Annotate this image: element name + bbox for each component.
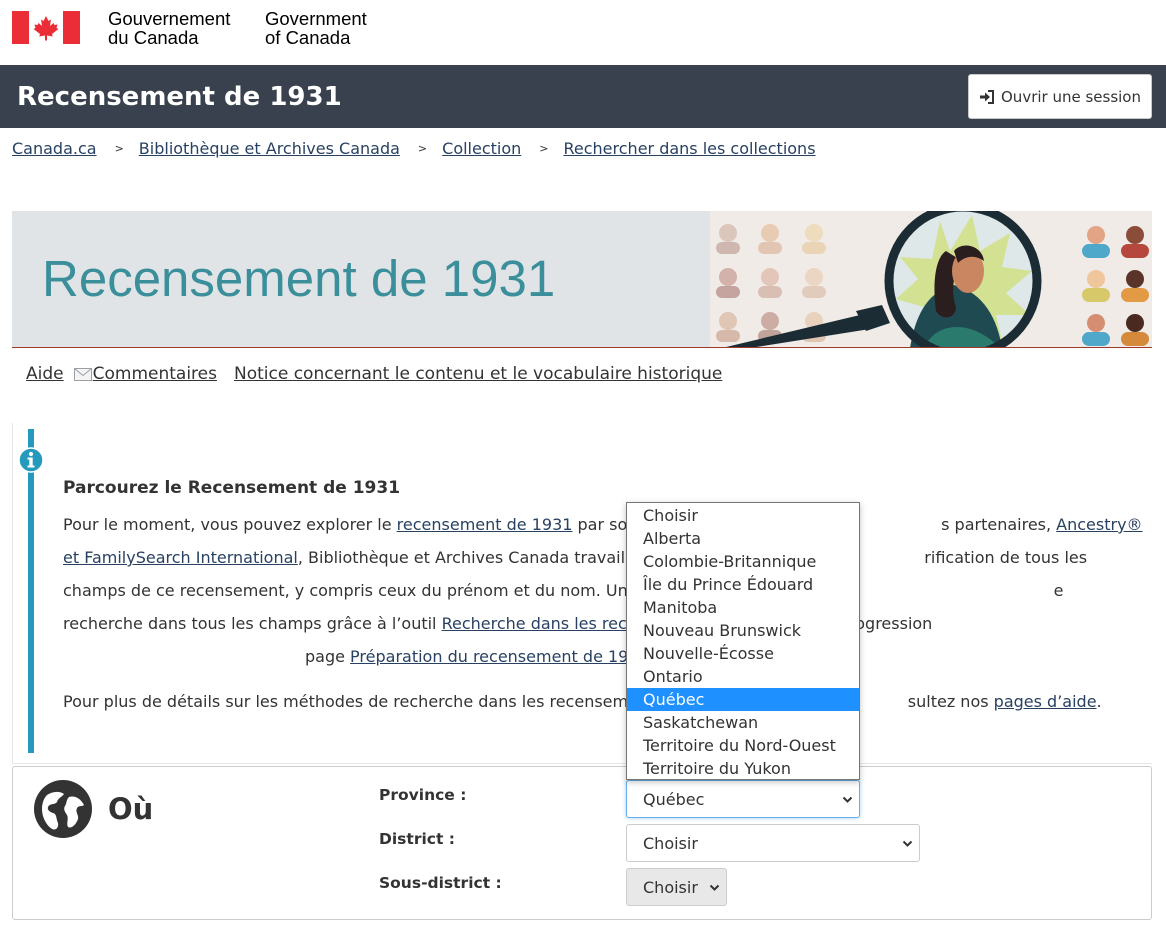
district-select[interactable]: Choisir <box>626 824 920 862</box>
census-1931-link[interactable]: recensement de 1931 <box>397 515 573 534</box>
subdistrict-select[interactable]: Choisir <box>626 868 727 906</box>
province-option[interactable]: Ontario <box>627 665 859 688</box>
district-label: District : <box>379 830 455 848</box>
banner-title: Recensement de 1931 <box>42 250 556 307</box>
census-preparation-link[interactable]: Préparation du recensement de 1931 <box>350 647 649 666</box>
province-option[interactable]: Québec <box>627 688 859 711</box>
subdistrict-select-value: Choisir <box>643 877 698 897</box>
comments-link[interactable]: Commentaires <box>93 364 217 384</box>
chevron-down-icon <box>842 796 853 803</box>
globe-icon <box>34 780 92 838</box>
help-link[interactable]: Aide <box>26 364 64 384</box>
province-option[interactable]: Territoire du Yukon <box>627 757 859 780</box>
subdistrict-label: Sous-district : <box>379 874 502 892</box>
alert-paragraph-help: Pour plus de détails sur les méthodes de… <box>63 692 1102 711</box>
alert-paragraph-explore: Pour le moment, vous pouvez explorer le … <box>63 515 1143 666</box>
gov-signature-fr: Gouvernement du Canada <box>108 8 231 48</box>
province-select-value: Québec <box>643 789 705 809</box>
breadcrumb-canada[interactable]: Canada.ca <box>12 139 97 158</box>
province-dropdown-list[interactable]: Choisir Alberta Colombie-Britannique Île… <box>626 502 860 780</box>
province-option[interactable]: Saskatchewan <box>627 711 859 734</box>
alert-heading: Parcourez le Recensement de 1931 <box>63 478 401 498</box>
canada-flag-icon <box>12 11 80 44</box>
census-banner: Recensement de 1931 <box>12 211 1152 348</box>
sign-in-label: Ouvrir une session <box>1001 87 1141 106</box>
gov-signature-en: Government of Canada <box>265 8 367 48</box>
banner-illustration <box>710 211 1152 347</box>
sign-in-button[interactable]: Ouvrir une session <box>968 74 1152 119</box>
info-icon <box>18 447 44 473</box>
province-option[interactable]: Nouvelle-Écosse <box>627 642 859 665</box>
province-option[interactable]: Île du Prince Édouard <box>627 573 859 596</box>
content-links: Aide Commentaires Notice concernant le c… <box>26 362 722 386</box>
alert-accent-bar <box>28 429 34 753</box>
government-header: Gouvernement du Canada Government of Canad… <box>0 0 1166 65</box>
breadcrumb-search-collections[interactable]: Rechercher dans les collections <box>564 139 816 158</box>
province-option[interactable]: Choisir <box>627 504 859 527</box>
chevron-down-icon <box>902 840 913 847</box>
where-panel <box>12 766 1152 920</box>
province-option[interactable]: Colombie-Britannique <box>627 550 859 573</box>
mail-icon <box>73 367 92 381</box>
district-select-value: Choisir <box>643 833 698 853</box>
breadcrumb-separator: > <box>539 141 549 155</box>
breadcrumb-separator: > <box>417 141 428 155</box>
where-title: Où <box>108 792 154 826</box>
breadcrumb-collection[interactable]: Collection <box>442 139 521 158</box>
province-option[interactable]: Manitoba <box>627 596 859 619</box>
historical-notice-link[interactable]: Notice concernant le contenu et le vocab… <box>234 364 722 384</box>
chevron-down-icon <box>709 884 720 891</box>
help-pages-link[interactable]: pages d’aide <box>994 692 1097 711</box>
breadcrumb: Canada.ca > Bibliothèque et Archives Can… <box>12 137 816 159</box>
province-option[interactable]: Alberta <box>627 527 859 550</box>
sign-in-icon <box>980 89 994 104</box>
province-select[interactable]: Québec <box>626 780 860 818</box>
province-option[interactable]: Nouveau Brunswick <box>627 619 859 642</box>
app-title: Recensement de 1931 <box>17 82 342 112</box>
province-label: Province : <box>379 786 467 804</box>
breadcrumb-lac[interactable]: Bibliothèque et Archives Canada <box>139 139 400 158</box>
breadcrumb-separator: > <box>114 141 124 155</box>
province-option[interactable]: Territoire du Nord-Ouest <box>627 734 859 757</box>
